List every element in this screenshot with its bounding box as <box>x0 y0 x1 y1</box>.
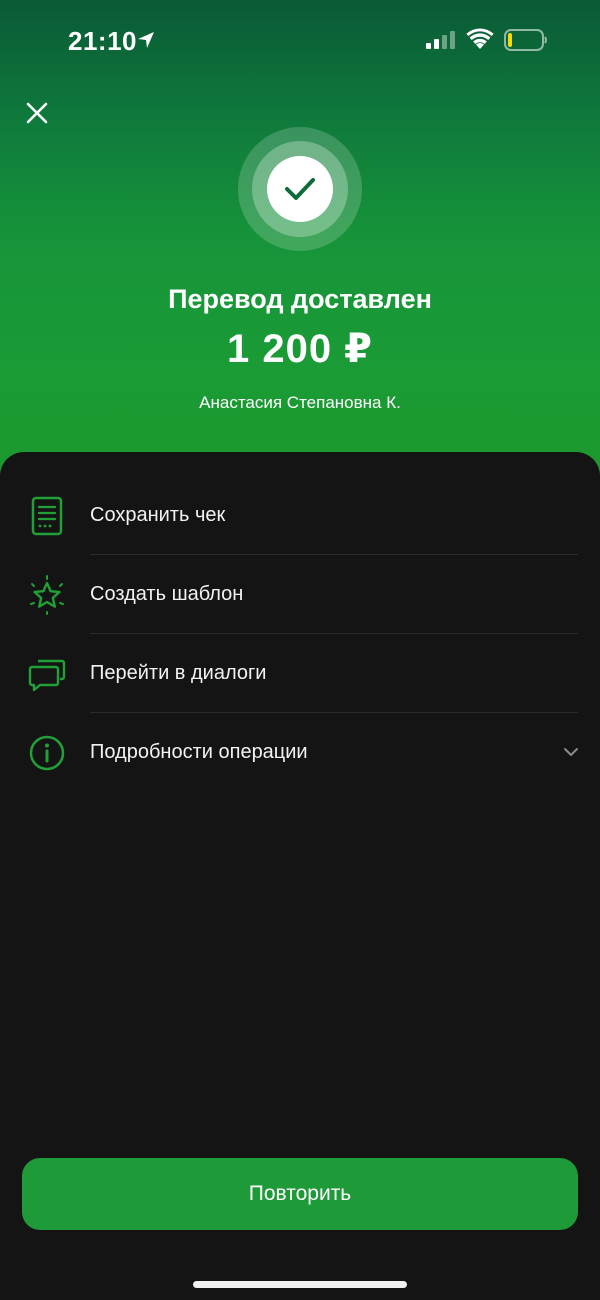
status-bar: 21:10 <box>0 0 600 80</box>
info-icon <box>29 735 65 771</box>
success-check-icon <box>238 127 362 251</box>
transfer-amount: 1 200 ₽ <box>226 327 374 371</box>
chat-icon <box>28 659 66 692</box>
home-indicator[interactable] <box>193 1281 407 1288</box>
location-arrow-icon <box>138 32 154 48</box>
close-button[interactable] <box>20 96 54 130</box>
receipt-icon <box>31 496 63 536</box>
action-label: Создать шаблон <box>90 583 244 605</box>
battery-icon <box>504 29 547 51</box>
result-title: Перевод доставлен <box>168 284 432 314</box>
go-to-dialogs-action[interactable]: Перейти в диалоги <box>0 634 600 713</box>
wifi-icon <box>466 28 494 49</box>
cellular-signal-icon <box>426 31 455 49</box>
success-header: 21:10 Перевод доставлен 1 200 ₽ Анастаси… <box>0 0 600 480</box>
action-label: Подробности операции <box>90 741 308 763</box>
status-time: 21:10 <box>68 26 137 56</box>
save-receipt-action[interactable]: Сохранить чек <box>0 476 600 555</box>
action-label: Перейти в диалоги <box>90 662 267 684</box>
chevron-down-icon <box>564 748 578 756</box>
recipient-name: Анастасия Степановна К. <box>199 393 401 412</box>
operation-details-action[interactable]: Подробности операции <box>0 713 600 792</box>
create-template-action[interactable]: Создать шаблон <box>0 555 600 634</box>
star-icon <box>30 575 64 615</box>
action-label: Сохранить чек <box>90 504 226 526</box>
repeat-button[interactable]: Повторить <box>22 1158 578 1230</box>
